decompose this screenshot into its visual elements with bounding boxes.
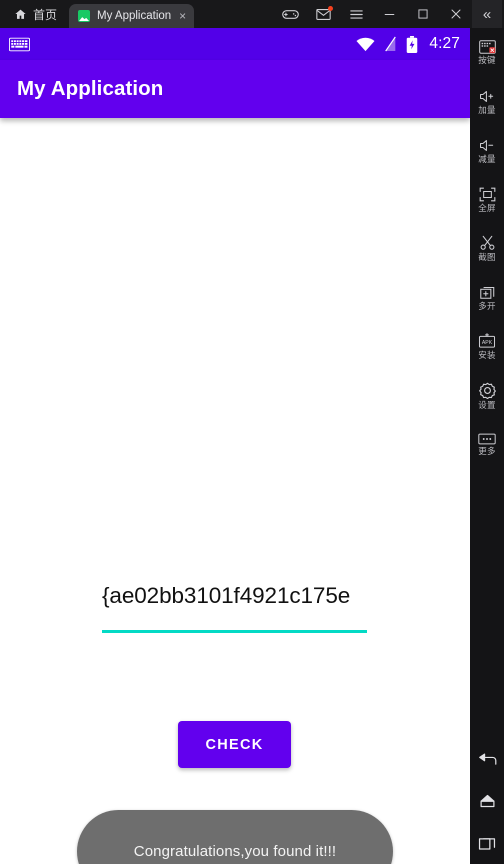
app-bar: My Application [0, 60, 470, 118]
emulator-window: 首页 My Application × « 4:27 My Applicatio… [0, 0, 504, 864]
flag-input-underline [102, 630, 367, 633]
sidebar-label-fullscreen: 全屏 [478, 202, 496, 213]
install-apk-icon: APK [478, 333, 496, 349]
settings-gear-icon [478, 382, 496, 399]
keymap-icon [478, 40, 496, 55]
svg-text:APK: APK [482, 340, 493, 346]
sidebar-label-keymap: 按键 [478, 55, 496, 66]
home-tab-label: 首页 [33, 7, 58, 22]
tab-my-application[interactable]: My Application × [69, 4, 195, 28]
nav-recents-button[interactable] [470, 822, 504, 864]
flag-input-container [102, 565, 367, 633]
signal-off-icon [384, 36, 397, 52]
minimize-icon[interactable] [373, 0, 406, 28]
collapse-sidebar-button[interactable]: « [472, 0, 502, 28]
android-status-bar: 4:27 [0, 28, 470, 60]
check-button[interactable]: CHECK [178, 721, 291, 768]
sidebar-item-keymap[interactable]: 按键 [470, 28, 504, 77]
sidebar-label-screenshot: 截图 [478, 252, 496, 263]
scissors-screenshot-icon [479, 235, 496, 251]
sidebar-label-more: 更多 [478, 446, 496, 457]
app-content: CHECK Congratulations,you found it!!! [0, 118, 470, 864]
sidebar-item-settings[interactable]: 设置 [470, 371, 504, 420]
more-dots-icon [478, 433, 496, 445]
app-bar-title: My Application [17, 77, 164, 100]
volume-down-icon [479, 138, 496, 153]
emulator-sidebar: 按键 加量 减量 全屏 截图 多开 APK 安装 设置 更多 [470, 28, 504, 864]
mail-icon[interactable] [307, 0, 340, 28]
titlebar-spacer [194, 0, 274, 28]
nav-home-button[interactable] [470, 780, 504, 822]
sidebar-item-screenshot[interactable]: 截图 [470, 224, 504, 273]
sidebar-label-volume-down: 减量 [478, 153, 496, 164]
flag-input[interactable] [102, 565, 367, 627]
sidebar-item-volume-up[interactable]: 加量 [470, 77, 504, 126]
gamepad-icon[interactable] [274, 0, 307, 28]
status-bar-left [9, 37, 30, 52]
back-icon [478, 752, 497, 767]
status-bar-clock: 4:27 [429, 35, 460, 52]
android-studio-icon [78, 10, 91, 22]
sidebar-item-volume-down[interactable]: 减量 [470, 126, 504, 175]
title-bar: 首页 My Application × « [0, 0, 504, 28]
home-icon [14, 8, 27, 21]
android-screen: 4:27 My Application CHECK Congratulation… [0, 28, 470, 864]
tab-strip: My Application × [69, 0, 195, 28]
sidebar-label-install-apk: 安装 [478, 350, 496, 361]
sidebar-label-volume-up: 加量 [478, 104, 496, 115]
keyboard-icon [9, 37, 30, 52]
volume-up-icon [479, 89, 496, 104]
close-icon[interactable] [439, 0, 472, 28]
mail-notification-dot [328, 6, 333, 11]
sidebar-label-multi-instance: 多开 [478, 301, 496, 312]
nav-back-button[interactable] [470, 738, 504, 780]
battery-charging-icon [406, 35, 418, 53]
fullscreen-icon [479, 187, 496, 202]
tab-label: My Application [97, 10, 172, 22]
multi-instance-icon [479, 284, 496, 300]
window-controls: « [274, 0, 504, 28]
maximize-icon[interactable] [406, 0, 439, 28]
sidebar-item-multi-instance[interactable]: 多开 [470, 273, 504, 322]
home-nav-icon [478, 794, 497, 808]
hamburger-menu-icon[interactable] [340, 0, 373, 28]
collapse-chevrons-icon: « [482, 5, 492, 23]
recents-icon [478, 835, 496, 851]
sidebar-item-install-apk[interactable]: APK 安装 [470, 322, 504, 371]
toast-message: Congratulations,you found it!!! [77, 810, 393, 864]
sidebar-item-more[interactable]: 更多 [470, 420, 504, 469]
status-bar-right: 4:27 [356, 35, 460, 53]
sidebar-label-settings: 设置 [478, 399, 496, 410]
toast-text: Congratulations,you found it!!! [133, 843, 337, 860]
home-tab-button[interactable]: 首页 [0, 0, 69, 28]
tab-close-icon[interactable]: × [179, 10, 186, 22]
sidebar-item-fullscreen[interactable]: 全屏 [470, 175, 504, 224]
wifi-icon [356, 37, 375, 52]
